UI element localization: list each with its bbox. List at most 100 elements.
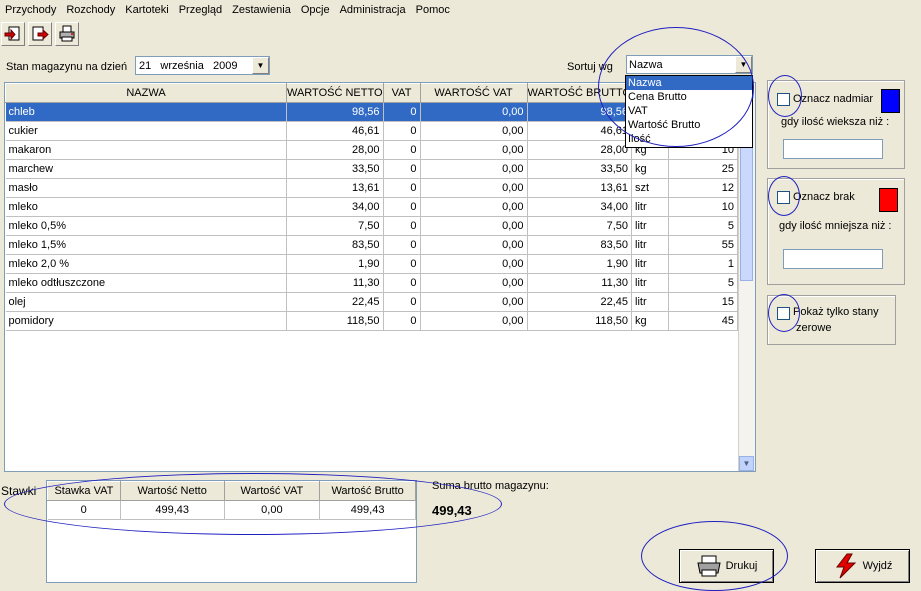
vat-value-cell: 0,00 [420,311,528,331]
export-icon [32,26,49,41]
quantity-cell: 12 [668,178,739,198]
sort-selected-value: Nazwa [629,58,663,71]
quantity-cell: 55 [668,235,739,255]
empty-cell [527,350,632,369]
empty-cell [287,407,384,426]
date-year: 2009 [213,59,238,72]
vat-rates-label: Stawki [1,484,37,498]
menu-kartoteki[interactable]: Kartoteki [120,4,173,16]
menu-zestawienia[interactable]: Zestawienia [227,4,296,16]
empty-cell [632,369,669,388]
toolbar [0,22,79,46]
exit-button-label: Wyjdź [862,560,893,572]
table-row[interactable]: masło 13,61 0 0,00 13,61 szt 12 [5,178,739,198]
empty-cell [420,426,527,445]
column-header-wartosc-vat[interactable]: WARTOŚĆ VAT [419,83,528,103]
chevron-down-icon[interactable]: ▼ [735,56,752,73]
unit-cell: litr [631,235,670,255]
table-row[interactable]: marchew 33,50 0 0,00 33,50 kg 25 [5,159,739,179]
table-row[interactable]: mleko 2,0 % 1,90 0 0,00 1,90 litr 1 [5,254,739,274]
unit-cell: litr [631,273,670,293]
shortage-checkbox[interactable] [777,191,790,204]
menu-przeglad[interactable]: Przegląd [174,4,227,16]
table-row[interactable]: mleko 1,5% 83,50 0 0,00 83,50 litr 55 [5,235,739,255]
empty-cell [383,331,420,350]
print-button[interactable]: Drukuj [679,549,774,583]
import-icon [4,26,20,41]
vat-value-cell: 0,00 [420,178,528,198]
name-cell: mleko [5,197,287,217]
excess-threshold-input[interactable] [783,139,883,159]
menu-pomoc[interactable]: Pomoc [411,4,455,16]
menu-przychody[interactable]: Przychody [0,4,61,16]
table-row[interactable]: pomidory 118,50 0 0,00 118,50 kg 45 [5,311,739,331]
sort-option-cena-brutto[interactable]: Cena Brutto [626,90,752,104]
empty-cell [420,369,527,388]
sort-option-wartosc-brutto[interactable]: Wartość Brutto [626,118,752,132]
print-button-label: Drukuj [725,560,758,572]
scroll-down-icon[interactable]: ▼ [739,456,754,471]
netto-cell: 11,30 [286,273,384,293]
empty-cell [669,426,738,445]
name-cell: makaron [5,140,287,160]
excess-checkbox[interactable] [777,93,790,106]
export-button[interactable] [28,22,52,46]
shortage-color-swatch[interactable] [879,188,898,212]
zero-stock-checkbox[interactable] [777,307,790,320]
brutto-cell: 33,50 [527,159,633,179]
print-button-toolbar[interactable] [55,22,79,46]
empty-cell [669,350,738,369]
column-header-wartosc-brutto[interactable]: WARTOŚĆ BRUTTO [526,83,633,103]
empty-cell [632,331,669,350]
empty-cell [287,350,384,369]
sort-select[interactable]: Nazwa ▼ [626,55,753,74]
vat-column-header-netto[interactable]: Wartość Netto [119,481,225,501]
sort-option-vat[interactable]: VAT [626,104,752,118]
empty-cell [420,331,527,350]
vat-column-header-stawka[interactable]: Stawka VAT [47,481,121,501]
vat-cell: 0 [383,197,421,217]
netto-cell: 13,61 [286,178,384,198]
name-cell: pomidory [5,311,287,331]
name-cell: olej [5,292,287,312]
table-row[interactable]: mleko 0,5% 7,50 0 0,00 7,50 litr 5 [5,216,739,236]
netto-cell: 33,50 [286,159,384,179]
table-row[interactable]: 0 499,43 0,00 499,43 [47,500,416,520]
vat-column-header-brutto[interactable]: Wartość Brutto [319,481,416,501]
table-row[interactable]: mleko 34,00 0 0,00 34,00 litr 10 [5,197,739,217]
menu-administracja[interactable]: Administracja [335,4,411,16]
column-header-wartosc-netto[interactable]: WARTOŚĆ NETTO [286,83,384,103]
exit-button[interactable]: Wyjdź [815,549,910,583]
shortage-threshold-input[interactable] [783,249,883,269]
import-button[interactable] [1,22,25,46]
quantity-cell: 25 [668,159,739,179]
vat-netto-cell: 499,43 [120,500,225,520]
vat-column-header-vat[interactable]: Wartość VAT [223,481,321,501]
quantity-cell: 5 [668,273,739,293]
empty-cell [6,350,287,369]
column-header-nazwa[interactable]: NAZWA [5,83,287,103]
excess-color-swatch[interactable] [881,89,900,113]
vat-cell: 0 [383,178,421,198]
empty-cell [632,350,669,369]
menu-rozchody[interactable]: Rozchody [61,4,120,16]
quantity-cell: 10 [668,197,739,217]
table-row[interactable]: olej 22,45 0 0,00 22,45 litr 15 [5,292,739,312]
table-row[interactable]: mleko odtłuszczone 11,30 0 0,00 11,30 litr 5 [5,273,739,293]
vat-value-cell: 0,00 [420,254,528,274]
unit-cell: kg [631,159,670,179]
vat-rate-cell: 0 [47,500,121,520]
chevron-down-icon[interactable]: ▼ [252,57,269,74]
menu-opcje[interactable]: Opcje [296,4,335,16]
empty-row [6,426,738,445]
empty-cell [527,426,632,445]
stock-date-picker[interactable]: 21 września 2009 ▼ [135,56,270,75]
quantity-cell: 15 [668,292,739,312]
unit-cell: litr [631,216,670,236]
brutto-cell: 46,61 [527,121,633,141]
brutto-cell: 83,50 [527,235,633,255]
vat-cell: 0 [383,235,421,255]
sort-option-nazwa[interactable]: Nazwa [626,76,752,90]
sort-option-ilosc[interactable]: Ilość [626,132,752,146]
column-header-vat[interactable]: VAT [382,83,421,103]
